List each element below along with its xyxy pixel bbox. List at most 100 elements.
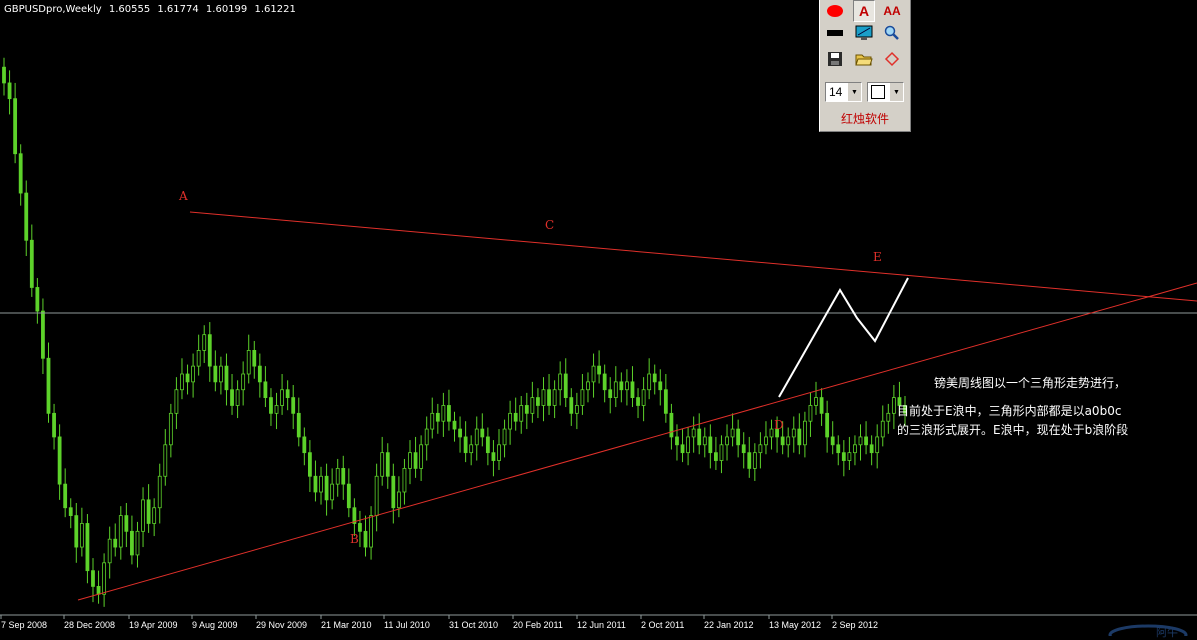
candle-body (68, 507, 73, 517)
candle-body (791, 428, 796, 438)
candle-body (57, 436, 62, 485)
candle-body (725, 436, 729, 446)
text-label-tool-icon: AA (883, 4, 901, 18)
upper-trendline (189, 211, 1197, 302)
candle-body (563, 373, 568, 399)
x-tick-label: 20 Feb 2011 (513, 620, 563, 630)
candle-body (435, 412, 440, 422)
candle-body (102, 562, 107, 595)
candle-body (369, 515, 373, 548)
candle-body (530, 397, 535, 414)
candle-body (880, 420, 885, 438)
annotation-line-3: 的三浪形式展开。E浪中，现在处于b浪阶段 (897, 423, 1129, 437)
candle-body (79, 523, 84, 548)
screenshot-icon (855, 25, 873, 40)
text-label-tool-button[interactable]: AA (881, 0, 903, 22)
ellipse-tool-button[interactable] (824, 0, 846, 22)
color-select[interactable]: ▼ (867, 82, 904, 102)
candle-body (29, 239, 34, 288)
candle-body (146, 499, 151, 524)
candle-body (74, 515, 79, 548)
annotation-line-2: 目前处于E浪中，三角形内部都是以a0b0c (897, 404, 1122, 418)
candle-body (819, 397, 824, 414)
candle-body (891, 397, 896, 414)
save-icon (828, 52, 842, 66)
candle-body (63, 483, 68, 509)
candle-body (458, 428, 462, 438)
candle-body (180, 373, 184, 391)
candle-body (630, 381, 635, 399)
wave-label-a: A (178, 189, 188, 203)
text-tool-button[interactable]: A (853, 0, 875, 22)
screenshot-button[interactable] (853, 22, 875, 44)
candle-body (853, 444, 857, 454)
candle-body (358, 523, 362, 532)
candle-body (202, 334, 207, 351)
x-tick-label: 2 Oct 2011 (641, 620, 684, 630)
wave-label-b: B (350, 532, 359, 546)
eraser-button[interactable] (881, 48, 903, 70)
font-size-value: 14 (829, 85, 843, 99)
candle-body (2, 66, 6, 84)
candle-body (886, 412, 891, 422)
symbol-label: GBPUSDpro,Weekly (4, 4, 102, 15)
candle-body (480, 428, 485, 438)
candle-body (647, 373, 652, 391)
wave-e-projection (778, 277, 909, 398)
candle-body (675, 436, 679, 446)
save-button[interactable] (824, 48, 846, 70)
candle-body (41, 310, 45, 359)
candle-body (513, 412, 518, 422)
color-dropdown-icon: ▼ (889, 83, 903, 101)
candle-body (413, 452, 418, 469)
font-size-select[interactable]: 14 ▼ (825, 82, 862, 102)
candle-body (319, 475, 323, 493)
candle-body (380, 452, 385, 477)
candle-body (602, 373, 607, 391)
x-tick-label: 13 May 2012 (769, 620, 821, 630)
candle-body (814, 397, 818, 406)
candle-body (85, 523, 90, 572)
line-width-button[interactable] (824, 22, 846, 44)
x-tick-label: 11 Jul 2010 (384, 620, 430, 630)
x-tick-label: 22 Jan 2012 (704, 620, 754, 630)
candle-body (597, 365, 602, 375)
zoom-button[interactable] (881, 22, 903, 44)
price-chart[interactable]: 7 Sep 2008 28 Dec 2008 19 Apr 2009 9 Aug 20… (0, 0, 1197, 635)
x-tick-label: 7 Sep 2008 (1, 620, 47, 630)
open-folder-button[interactable] (853, 48, 875, 70)
candle-body (691, 428, 696, 438)
candle-body (302, 436, 307, 454)
candle-body (780, 436, 785, 446)
candle-body (586, 381, 590, 391)
candle-body (135, 530, 140, 556)
chart-header: GBPUSDpro,Weekly 1.60555 1.61774 1.60199… (4, 4, 300, 15)
candle-body (825, 412, 830, 438)
candle-body (107, 538, 112, 564)
candle-body (552, 389, 557, 406)
candle-body (502, 428, 507, 446)
wave-label-d: D (774, 418, 784, 432)
zoom-icon (884, 25, 899, 40)
high-value: 1.61774 (157, 4, 199, 15)
watermark-text: 阿牛 (1156, 626, 1178, 639)
candle-body (569, 397, 574, 414)
lower-trendline (77, 282, 1197, 601)
candle-body (213, 365, 218, 383)
candle-body (869, 444, 874, 454)
candle-body (524, 405, 529, 414)
ellipse-tool-icon (827, 5, 843, 17)
candle-body (396, 491, 401, 509)
candle-body (363, 530, 368, 548)
candle-body (269, 397, 273, 414)
candle-body (719, 444, 724, 461)
candle-body (497, 444, 501, 461)
candle-body (764, 436, 768, 446)
candle-body (257, 365, 262, 383)
candle-body (113, 538, 118, 548)
candle-body (519, 405, 524, 422)
candle-body (280, 389, 284, 406)
x-tick-label: 28 Dec 2008 (64, 620, 115, 630)
color-swatch (871, 85, 885, 99)
candle-body (736, 428, 741, 446)
